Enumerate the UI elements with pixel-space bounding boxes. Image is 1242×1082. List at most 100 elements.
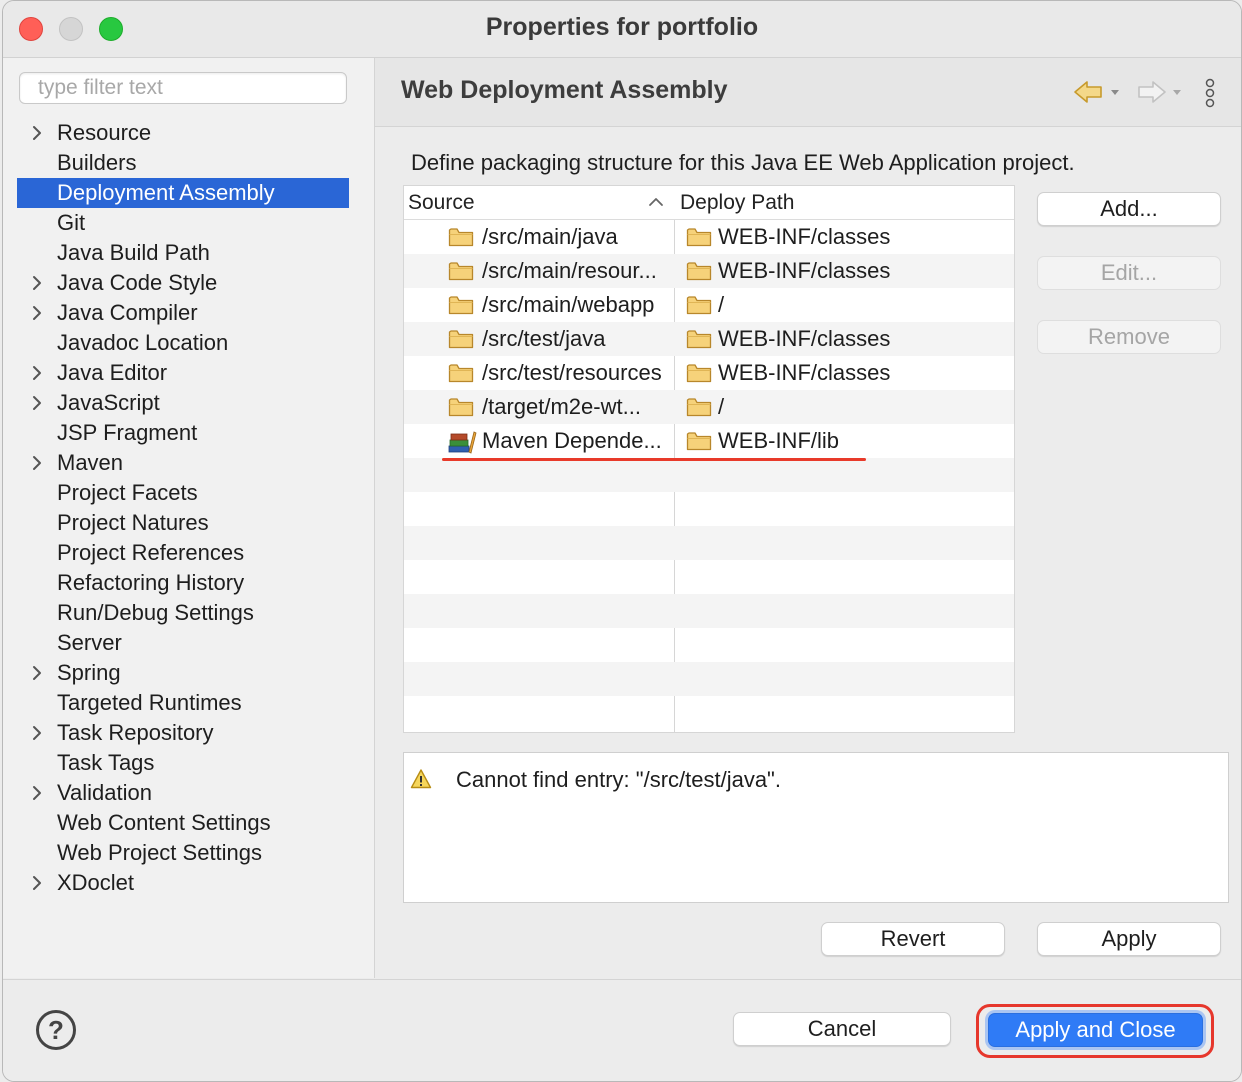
- chevron-right-icon[interactable]: [29, 358, 45, 388]
- chevron-right-icon[interactable]: [29, 388, 45, 418]
- table-row[interactable]: /src/test/java WEB-INF/classes: [404, 322, 1014, 356]
- table-row: [404, 560, 1014, 594]
- table-row[interactable]: /src/main/java WEB-INF/classes: [404, 220, 1014, 254]
- chevron-right-icon[interactable]: [29, 118, 45, 148]
- column-header-source[interactable]: Source: [408, 186, 670, 219]
- sidebar-item-jsp-fragment[interactable]: JSP Fragment: [17, 418, 349, 448]
- add-button[interactable]: Add...: [1037, 192, 1221, 226]
- source-icon: [448, 288, 478, 322]
- title-bar: Properties for portfolio: [3, 1, 1241, 58]
- deploy-path-icon: [686, 390, 714, 424]
- sidebar-item-web-content-settings[interactable]: Web Content Settings: [17, 808, 349, 838]
- sidebar-item-task-repository[interactable]: Task Repository: [17, 718, 349, 748]
- chevron-right-icon[interactable]: [29, 778, 45, 808]
- chevron-right-icon[interactable]: [29, 268, 45, 298]
- vertical-ellipsis-icon[interactable]: [1203, 78, 1217, 108]
- sidebar-item-resource[interactable]: Resource: [17, 118, 349, 148]
- source-icon: [448, 220, 478, 254]
- sidebar-item-git[interactable]: Git: [17, 208, 349, 238]
- sidebar-item-web-project-settings[interactable]: Web Project Settings: [17, 838, 349, 868]
- sidebar-item-label: Git: [57, 210, 86, 235]
- sidebar-item-label: Resource: [57, 120, 152, 145]
- sidebar-item-label: Refactoring History: [57, 570, 245, 595]
- sidebar-item-targeted-runtimes[interactable]: Targeted Runtimes: [17, 688, 349, 718]
- apply-button[interactable]: Apply: [1037, 922, 1221, 956]
- column-header-source-label: Source: [408, 191, 475, 214]
- sidebar-item-java-compiler[interactable]: Java Compiler: [17, 298, 349, 328]
- sidebar-item-label: Web Content Settings: [57, 810, 271, 835]
- source-icon: [448, 356, 478, 390]
- sidebar-item-java-editor[interactable]: Java Editor: [17, 358, 349, 388]
- deploy-path-cell: WEB-INF/classes: [718, 360, 891, 385]
- table-row: [404, 458, 1014, 492]
- back-arrow-icon[interactable]: [1073, 80, 1123, 104]
- sidebar: Resource Builders Deployment Assembly Git Ja…: [3, 58, 375, 978]
- sidebar-item-run-debug-settings[interactable]: Run/Debug Settings: [17, 598, 349, 628]
- deploy-path-cell: WEB-INF/lib: [718, 428, 839, 453]
- table-row: [404, 662, 1014, 696]
- edit-button[interactable]: Edit...: [1037, 256, 1221, 290]
- chevron-right-icon[interactable]: [29, 658, 45, 688]
- folder-icon: [686, 330, 712, 349]
- chevron-right-icon[interactable]: [29, 868, 45, 898]
- sidebar-item-spring[interactable]: Spring: [17, 658, 349, 688]
- sidebar-item-javadoc-location[interactable]: Javadoc Location: [17, 328, 349, 358]
- sidebar-item-label: Deployment Assembly: [57, 180, 275, 205]
- sidebar-item-deployment-assembly[interactable]: Deployment Assembly: [17, 178, 349, 208]
- page-description: Define packaging structure for this Java…: [411, 150, 1075, 175]
- sidebar-item-validation[interactable]: Validation: [17, 778, 349, 808]
- help-icon[interactable]: ?: [36, 1010, 76, 1050]
- property-page-tree: Resource Builders Deployment Assembly Git Ja…: [17, 118, 349, 898]
- main-panel: Web Deployment Assembly Define packaging…: [375, 58, 1241, 978]
- sidebar-item-project-natures[interactable]: Project Natures: [17, 508, 349, 538]
- chevron-right-icon[interactable]: [29, 448, 45, 478]
- table-row[interactable]: /src/test/resources WEB-INF/classes: [404, 356, 1014, 390]
- sidebar-item-label: Run/Debug Settings: [57, 600, 254, 625]
- folder-icon: [686, 398, 712, 417]
- source-cell: /src/test/resources: [482, 360, 662, 385]
- table-row[interactable]: /target/m2e-wt... /: [404, 390, 1014, 424]
- source-cell: Maven Depende...: [482, 428, 662, 453]
- sidebar-item-project-references[interactable]: Project References: [17, 538, 349, 568]
- sidebar-item-java-build-path[interactable]: Java Build Path: [17, 238, 349, 268]
- sidebar-item-label: XDoclet: [57, 870, 135, 895]
- sidebar-item-label: Java Code Style: [57, 270, 218, 295]
- folder-icon: [448, 398, 474, 417]
- sidebar-item-maven[interactable]: Maven: [17, 448, 349, 478]
- sidebar-item-label: JavaScript: [57, 390, 160, 415]
- table-row: [404, 628, 1014, 662]
- sidebar-item-xdoclet[interactable]: XDoclet: [17, 868, 349, 898]
- table-row: [404, 696, 1014, 730]
- cancel-button[interactable]: Cancel: [733, 1012, 951, 1046]
- page-title: Web Deployment Assembly: [401, 76, 728, 104]
- sidebar-item-project-facets[interactable]: Project Facets: [17, 478, 349, 508]
- sidebar-item-server[interactable]: Server: [17, 628, 349, 658]
- sidebar-item-refactoring-history[interactable]: Refactoring History: [17, 568, 349, 598]
- revert-button[interactable]: Revert: [821, 922, 1005, 956]
- source-icon: [448, 424, 478, 458]
- column-header-deploy-path[interactable]: Deploy Path: [680, 186, 1010, 219]
- table-row[interactable]: Maven Depende... WEB-INF/lib: [404, 424, 1014, 458]
- deploy-path-icon: [686, 220, 714, 254]
- apply-and-close-button[interactable]: Apply and Close: [988, 1013, 1203, 1047]
- chevron-right-icon[interactable]: [29, 718, 45, 748]
- dialog-footer: ? Cancel Apply and Close: [3, 979, 1241, 1081]
- sidebar-item-label: Maven: [57, 450, 124, 475]
- table-row[interactable]: /src/main/webapp /: [404, 288, 1014, 322]
- sidebar-item-javascript[interactable]: JavaScript: [17, 388, 349, 418]
- folder-icon: [448, 262, 474, 281]
- deploy-path-icon: [686, 322, 714, 356]
- remove-button[interactable]: Remove: [1037, 320, 1221, 354]
- deploy-path-icon: [686, 424, 714, 458]
- filter-input[interactable]: [19, 72, 347, 104]
- deploy-path-cell: /: [718, 394, 725, 419]
- table-row: [404, 594, 1014, 628]
- forward-arrow-icon[interactable]: [1135, 80, 1185, 104]
- table-header: Source Deploy Path: [404, 186, 1014, 220]
- sidebar-item-label: Project References: [57, 540, 245, 565]
- sidebar-item-java-code-style[interactable]: Java Code Style: [17, 268, 349, 298]
- chevron-right-icon[interactable]: [29, 298, 45, 328]
- sidebar-item-task-tags[interactable]: Task Tags: [17, 748, 349, 778]
- table-row[interactable]: /src/main/resour... WEB-INF/classes: [404, 254, 1014, 288]
- sidebar-item-builders[interactable]: Builders: [17, 148, 349, 178]
